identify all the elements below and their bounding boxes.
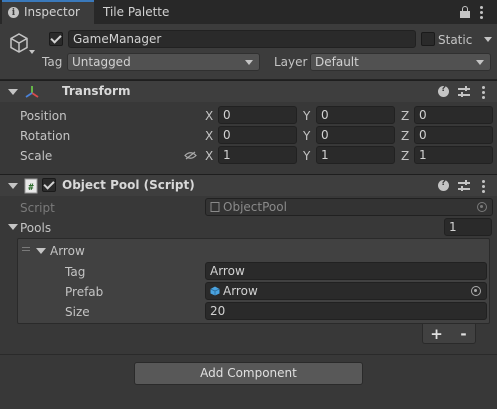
element-prefab-field[interactable]: Arrow [205, 282, 487, 300]
scale-label: Scale [20, 149, 53, 163]
scale-x-field[interactable]: 1 [218, 146, 297, 164]
svg-text:#: # [28, 183, 34, 193]
chevron-down-icon [245, 60, 253, 65]
position-label: Position [20, 109, 67, 123]
rotation-label: Rotation [20, 129, 71, 143]
static-checkbox[interactable] [421, 32, 435, 46]
foldout-arrow-icon[interactable] [8, 183, 18, 189]
component-menu-icon[interactable] [482, 180, 486, 193]
scale-z-field[interactable]: 1 [414, 146, 493, 164]
prefab-icon [210, 286, 220, 296]
static-label: Static [438, 33, 473, 47]
transform-header[interactable]: Transform [0, 80, 497, 102]
script-icon: # [24, 178, 38, 194]
rotation-z-field[interactable]: 0 [414, 126, 493, 144]
gameobject-header: GameManager Static Tag Untagged Layer De… [0, 24, 497, 80]
element-size-label: Size [65, 305, 90, 319]
element-prefab-value: Arrow [223, 284, 258, 298]
component-enabled-checkbox[interactable] [42, 178, 56, 192]
divider [0, 354, 497, 355]
active-checkbox[interactable] [49, 32, 63, 46]
position-x-field[interactable]: 0 [218, 106, 297, 124]
scale-y-field[interactable]: 1 [316, 146, 395, 164]
icon-dropdown-arrow[interactable] [29, 50, 35, 54]
rotation-x-axis: X [205, 129, 214, 143]
remove-element-button[interactable]: - [450, 324, 477, 344]
element-prefab-label: Prefab [65, 285, 104, 299]
help-icon[interactable] [438, 84, 449, 97]
scale-y-axis: Y [303, 149, 311, 163]
rotation-y-field[interactable]: 0 [316, 126, 395, 144]
static-dropdown-arrow[interactable] [484, 37, 492, 42]
position-y-field[interactable]: 0 [316, 106, 395, 124]
rotation-z-axis: Z [401, 129, 410, 143]
object-pool-header[interactable]: # Object Pool (Script) [0, 174, 497, 196]
tab-inspector-label: Inspector [24, 5, 80, 19]
layer-dropdown[interactable]: Default [310, 53, 491, 71]
constrain-proportions-icon[interactable] [184, 151, 197, 160]
layer-label: Layer [274, 55, 308, 69]
object-picker-icon [477, 202, 487, 212]
transform-body: Position X 0 Y 0 Z 0 Rotation X 0 Y 0 Z … [0, 102, 497, 174]
script-value: ObjectPool [223, 200, 287, 214]
element-name[interactable]: Arrow [50, 243, 85, 259]
tab-tile-palette[interactable]: Tile Palette [103, 0, 169, 24]
scale-x-axis: X [205, 149, 214, 163]
presets-icon[interactable] [458, 85, 470, 98]
lock-icon[interactable] [460, 6, 470, 18]
script-label: Script [20, 201, 55, 215]
tag-label: Tag [42, 55, 63, 69]
pools-label: Pools [20, 221, 52, 235]
script-asset-icon [210, 202, 220, 212]
tab-tile-palette-label: Tile Palette [103, 5, 170, 19]
object-pool-title: Object Pool (Script) [62, 178, 195, 192]
tab-bar: Inspector Tile Palette [0, 0, 497, 24]
gameobject-cube-icon[interactable] [8, 32, 30, 54]
help-icon[interactable] [438, 178, 449, 191]
pools-foldout-icon[interactable] [8, 224, 18, 230]
layer-dropdown-value: Default [315, 55, 359, 69]
element-tag-field[interactable]: Arrow [205, 262, 487, 280]
drag-handle-icon[interactable] [22, 247, 30, 253]
chevron-down-icon [476, 60, 484, 65]
script-field: ObjectPool [205, 198, 493, 216]
tab-inspector[interactable]: Inspector [2, 0, 94, 24]
rotation-y-axis: Y [303, 129, 311, 143]
scale-z-axis: Z [401, 149, 410, 163]
position-x-axis: X [205, 109, 214, 123]
add-element-button[interactable]: + [423, 324, 450, 344]
position-z-field[interactable]: 0 [414, 106, 493, 124]
tag-dropdown-value: Untagged [72, 55, 131, 69]
element-tag-label: Tag [65, 265, 86, 279]
foldout-arrow-icon[interactable] [8, 89, 18, 95]
tab-menu-icon[interactable] [480, 6, 484, 19]
object-picker-icon[interactable] [471, 286, 481, 296]
presets-icon[interactable] [458, 179, 470, 192]
transform-title: Transform [62, 84, 131, 98]
list-footer: + - [422, 324, 476, 344]
tag-dropdown[interactable]: Untagged [67, 53, 260, 71]
position-y-axis: Y [303, 109, 311, 123]
rotation-x-field[interactable]: 0 [218, 126, 297, 144]
pools-size-field[interactable]: 1 [444, 218, 492, 236]
add-component-button[interactable]: Add Component [134, 362, 363, 385]
info-icon [8, 3, 19, 24]
position-z-axis: Z [401, 109, 410, 123]
element-size-field[interactable]: 20 [205, 302, 487, 320]
element-foldout-icon[interactable] [36, 248, 46, 254]
component-menu-icon[interactable] [482, 86, 486, 99]
transform-icon [25, 86, 39, 98]
gameobject-name-field[interactable]: GameManager [68, 30, 416, 48]
